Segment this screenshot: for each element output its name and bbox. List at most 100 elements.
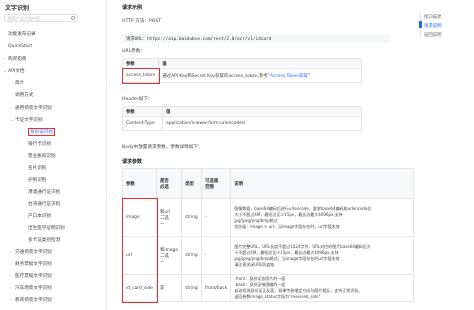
sidebar-item[interactable]: › 教育场景文字识别 <box>0 297 106 305</box>
table-header: 说明 <box>230 168 414 199</box>
param-required: 和image 二选一 <box>156 236 183 275</box>
param-type: string <box>181 274 202 302</box>
table-header: 类型 <box>181 168 202 199</box>
access-token-desc: 通过API Key和Secret Key获取的access_token,参考“A… <box>158 68 362 83</box>
table-header: 参数 <box>122 106 163 117</box>
chevron-down-icon: ⌄ <box>3 68 7 73</box>
table-of-contents: 接口描述请求说明返回说明 <box>414 0 474 310</box>
sidebar-item[interactable]: 功能发布记录 <box>0 31 106 39</box>
table-row: id_card_side 是 string front/back -front：身份证含… <box>121 274 414 302</box>
param-range: - <box>200 198 232 237</box>
request-url-box: 请求URL：https://aip.baidubce.com/rest/2.0/… <box>122 34 390 43</box>
param-name: url <box>121 236 158 275</box>
sidebar-item-label: 卡证文字识别 <box>15 118 43 123</box>
sidebar-item[interactable]: ⌄ API文档 <box>0 68 106 76</box>
param-name: image <box>121 198 158 237</box>
chevron-right-icon: › <box>3 56 5 61</box>
access-token-link[interactable]: Access Token获取 <box>270 74 308 79</box>
search-input[interactable]: 搜索产品文档内容 <box>4 14 78 22</box>
sidebar-item[interactable]: 港澳通行证识别 <box>0 189 106 197</box>
sidebar-item[interactable]: 银行卡识别 <box>0 141 106 149</box>
sidebar-item-label: 简介 <box>15 81 25 86</box>
chevron-right-icon: › <box>10 273 12 278</box>
table-header: 是否 必选 <box>156 168 183 199</box>
param-required: 是 <box>156 274 183 302</box>
search-placeholder: 搜索产品文档内容 <box>8 16 40 21</box>
sidebar-item[interactable]: › 购买指南 <box>0 56 106 64</box>
sidebar-item[interactable]: 调用方式 <box>0 92 106 100</box>
sidebar-item-label: 银行卡识别 <box>28 142 51 147</box>
request-params-table: 参数 是否 必选 类型 可选值 范围 说明 image 和url 二选一 string - 图像数据，… <box>121 168 414 302</box>
table-row: image 和url 二选一 string - 图像数据，base64编码后进行urlen… <box>121 198 414 237</box>
sidebar-item-label: 户口本识别 <box>28 214 51 219</box>
param-content-type: Content-Type <box>122 116 163 131</box>
param-description: 图片完整URL，URL长度不超过1024字节，URL对应的图片base64编码后… <box>230 236 414 275</box>
sidebar-item-label: 通用场景文字识别 <box>15 106 52 111</box>
sidebar-item-label: 身份证识别 <box>28 128 55 136</box>
sidebar-item[interactable]: ⌄ 卡证文字识别 <box>0 117 106 125</box>
sidebar-item-label: 医疗票据文字识别 <box>15 274 52 279</box>
main-content: 请求示例 HTTP 方法：POST 请求URL：https://aip.baid… <box>108 0 414 310</box>
table-header: 参数 <box>121 168 158 199</box>
sidebar-item-label: 台湾通行证识别 <box>28 202 61 207</box>
content-type-value: application/x-www-form-urlencoded <box>162 116 362 131</box>
sidebar-item-label: QuickStart <box>8 44 33 49</box>
sidebar-item-label: 营业执照识别 <box>28 154 56 159</box>
toc-item[interactable]: 接口描述 <box>424 14 442 20</box>
table-header: 参数 <box>121 58 160 69</box>
sidebar-item-label: 教育场景文字识别 <box>15 298 52 303</box>
sidebar-item-label: 交通场景文字识别 <box>15 250 52 255</box>
sidebar-item[interactable]: 多卡证类别检测 <box>0 237 106 245</box>
sidebar-item-label: 功能发布记录 <box>8 32 36 37</box>
sidebar-item[interactable]: › 医疗票据文字识别 <box>0 273 106 281</box>
url-params-label: URL参数： <box>122 49 145 54</box>
sidebar-item[interactable]: › 财务票据文字识别 <box>0 261 106 269</box>
sidebar-item[interactable]: 身份证识别 <box>0 128 106 137</box>
sidebar-item-label: 调用方式 <box>15 93 34 98</box>
header-label: Header如下： <box>122 97 153 102</box>
sidebar-item-label: 多卡证类别检测 <box>28 238 61 243</box>
toc-item[interactable]: 返回说明 <box>424 32 442 38</box>
sidebar-item-label: API文档 <box>8 69 25 74</box>
request-params-heading: 请求参数 <box>122 159 143 165</box>
chevron-right-icon: › <box>10 249 12 254</box>
sidebar-item[interactable]: 护照识别 <box>0 177 106 185</box>
sidebar-item-label: 护照识别 <box>28 178 47 183</box>
header-table: 参数 值 Content-Type application/x-www-form… <box>122 106 362 131</box>
param-description: 图像数据，base64编码后进行urlencode，要求base64编码和url… <box>230 198 414 237</box>
chevron-right-icon: › <box>10 261 12 266</box>
param-type: string <box>181 236 202 275</box>
search-icon[interactable] <box>71 16 75 20</box>
sidebar: 文字识别 搜索产品文档内容 功能发布记录 QuickStart › 购买指南 ⌄ API文… <box>0 0 107 310</box>
sidebar-item[interactable]: › 汽车场景文字识别 <box>0 285 106 293</box>
sidebar-title: 文字识别 <box>5 5 30 12</box>
request-example-heading: 请求示例 <box>122 5 143 11</box>
chevron-right-icon: › <box>10 285 12 290</box>
param-range: - <box>200 236 232 275</box>
toc-item[interactable]: 请求说明 <box>424 23 442 29</box>
sidebar-item[interactable]: QuickStart <box>0 44 106 52</box>
table-header: 值 <box>158 58 362 69</box>
table-header: 值 <box>162 106 362 117</box>
param-range: front/back <box>200 274 232 302</box>
chevron-right-icon: › <box>10 105 12 110</box>
param-type: string <box>181 198 202 237</box>
sidebar-item[interactable]: 营业执照识别 <box>0 153 106 161</box>
sidebar-item[interactable]: 户口本识别 <box>0 213 106 221</box>
sidebar-item[interactable]: 台湾通行证识别 <box>0 201 106 209</box>
url-params-table: 参数 值 access_token 通过API Key和Secret Key获取… <box>121 58 362 83</box>
sidebar-item-label: 港澳通行证识别 <box>28 190 61 195</box>
param-access-token: access_token <box>121 68 160 83</box>
param-description: -front：身份证含照片的一面 -back：身份证带国徽的一面 自动检测身份证正反… <box>230 274 414 302</box>
sidebar-item[interactable]: 简介 <box>0 80 106 88</box>
sidebar-item[interactable]: › 交通场景文字识别 <box>0 249 106 257</box>
table-row: url 和image 二选一 string - 图片完整URL，URL长度不超过1024字… <box>121 236 414 275</box>
sidebar-item[interactable]: › 通用场景文字识别 <box>0 105 106 113</box>
sidebar-item[interactable]: 名片识别 <box>0 165 106 173</box>
http-method: HTTP 方法：POST <box>122 19 162 24</box>
sidebar-item[interactable]: 出生医学证明识别 <box>0 225 106 233</box>
param-required: 和url 二选一 <box>156 198 183 237</box>
sidebar-item-label: 购买指南 <box>8 57 27 62</box>
request-url: 请求URL：https://aip.baidubce.com/rest/2.0/… <box>126 37 272 42</box>
param-name: id_card_side <box>121 274 158 302</box>
